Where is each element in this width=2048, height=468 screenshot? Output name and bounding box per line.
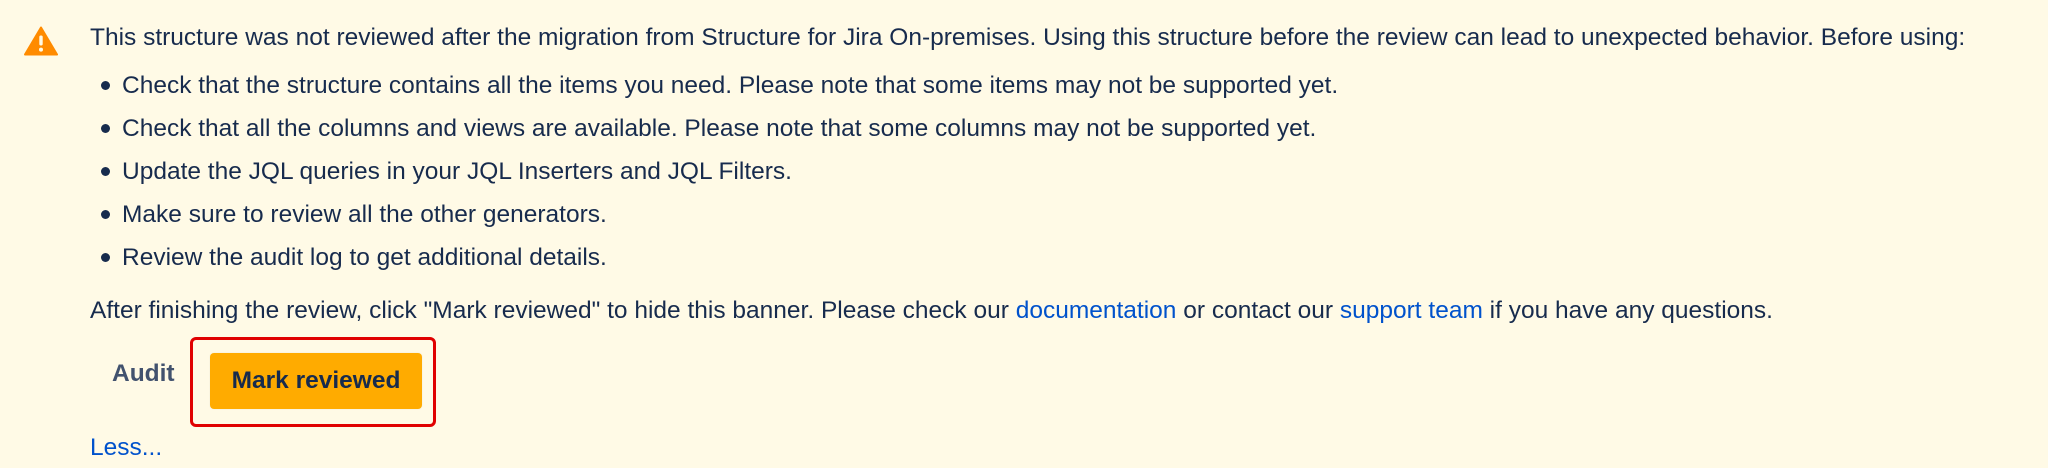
checklist-item: Check that all the columns and views are… [90,107,2032,150]
documentation-link[interactable]: documentation [1016,297,1177,324]
checklist-item: Review the audit log to get additional d… [90,236,2032,279]
banner-actions: Audit Mark reviewed [90,337,2032,427]
checklist-item-text: Review the audit log to get additional d… [122,244,607,271]
footer-text-part2: or contact our [1176,297,1340,324]
banner-intro-text: This structure was not reviewed after th… [90,24,1966,51]
banner-content: This structure was not reviewed after th… [90,18,2032,427]
bullet-icon [101,81,110,90]
less-link[interactable]: Less... [90,428,162,468]
warning-icon [24,26,58,56]
bullet-icon [101,124,110,133]
mark-reviewed-button[interactable]: Mark reviewed [210,353,422,409]
checklist-item: Update the JQL queries in your JQL Inser… [90,150,2032,193]
migration-review-banner: This structure was not reviewed after th… [0,0,2048,468]
checklist-item-text: Update the JQL queries in your JQL Inser… [122,158,792,185]
audit-button[interactable]: Audit [90,346,197,402]
checklist-item-text: Make sure to review all the other genera… [122,201,607,228]
checklist-item-text: Check that all the columns and views are… [122,115,1317,142]
bullet-icon [101,210,110,219]
footer-text-part1: After finishing the review, click "Mark … [90,297,1016,324]
footer-text-part3: if you have any questions. [1482,297,1773,324]
checklist-item: Check that the structure contains all th… [90,64,2032,107]
support-team-link[interactable]: support team [1340,297,1483,324]
checklist-item: Make sure to review all the other genera… [90,193,2032,236]
review-checklist: Check that the structure contains all th… [90,64,2032,279]
banner-footer-text: After finishing the review, click "Mark … [90,291,2032,331]
bullet-icon [101,253,110,262]
bullet-icon [101,167,110,176]
checklist-item-text: Check that the structure contains all th… [122,72,1339,99]
